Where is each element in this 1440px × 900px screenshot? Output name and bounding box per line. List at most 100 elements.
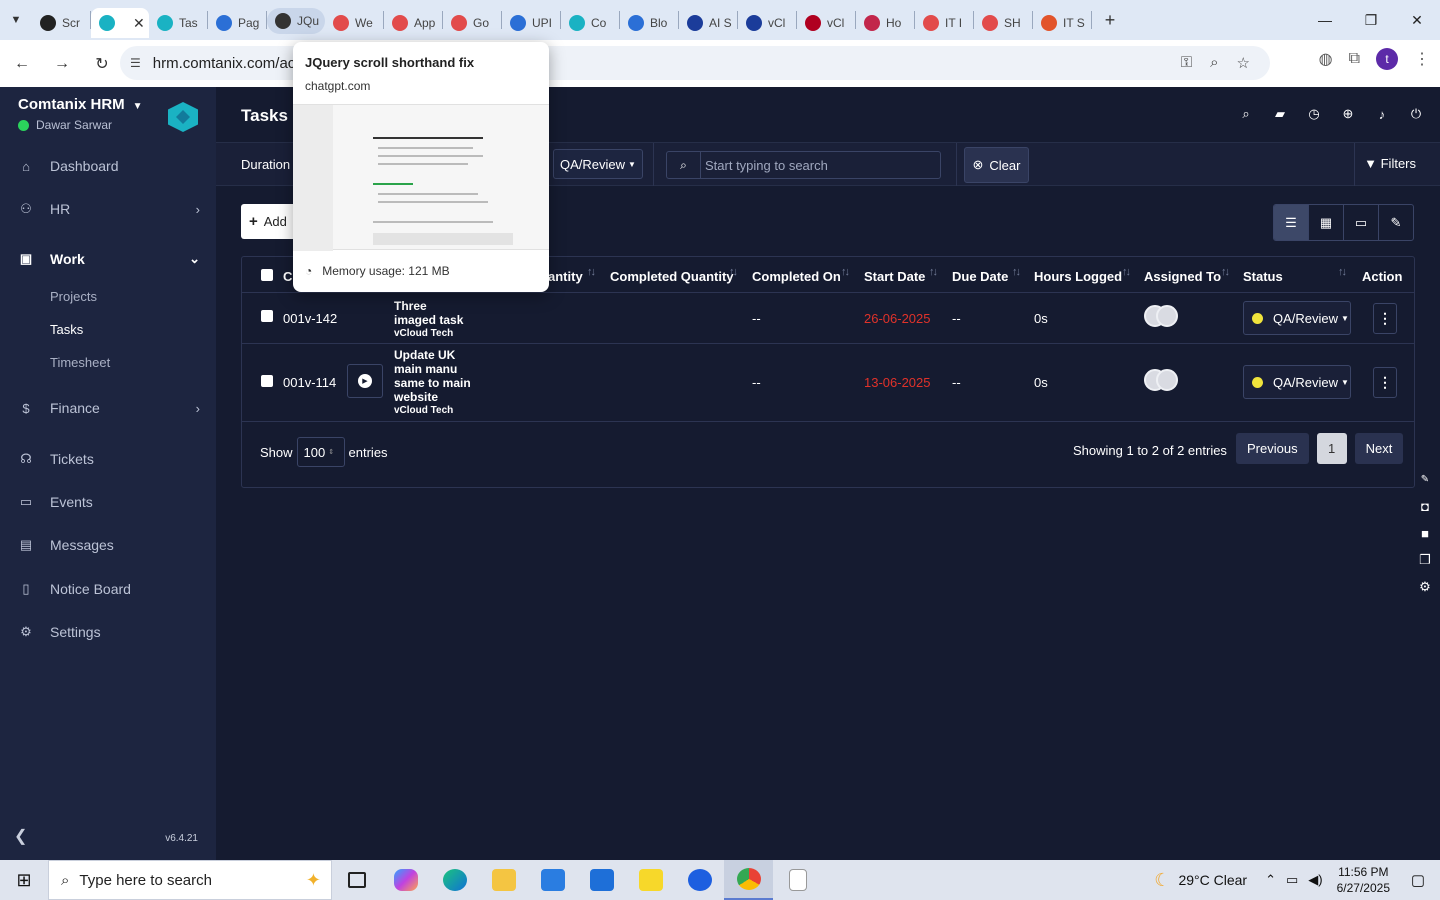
notepad-icon[interactable] xyxy=(773,860,822,900)
status-dropdown[interactable]: QA/Review ▼ xyxy=(1243,301,1351,335)
task-code[interactable]: 001v-114 xyxy=(283,375,336,390)
reload-button[interactable]: ↻ xyxy=(84,46,120,82)
volume-icon[interactable]: ◀) xyxy=(1308,872,1322,888)
weather-widget[interactable]: ☾ 29°C Clear xyxy=(1154,870,1247,891)
add-task-button[interactable]: + Add xyxy=(241,204,301,239)
profile-avatar[interactable]: t xyxy=(1376,48,1398,70)
mail-icon[interactable] xyxy=(577,860,626,900)
browser-tab[interactable]: ✕ xyxy=(91,8,149,38)
task-name[interactable]: Three imaged task vCloud Tech xyxy=(394,299,484,341)
sort-icon[interactable]: ↑↓ xyxy=(729,266,738,278)
browser-tab[interactable]: Go xyxy=(443,8,501,38)
browser-tab[interactable]: UPI xyxy=(502,8,560,38)
gear-icon[interactable]: ⚙ xyxy=(1416,578,1434,596)
browser-tab[interactable]: SH xyxy=(974,8,1032,38)
power-icon[interactable]: ⏻ xyxy=(1408,106,1424,122)
copilot-icon[interactable] xyxy=(381,860,430,900)
browser-tab[interactable]: Blo xyxy=(620,8,678,38)
clock-icon[interactable]: ◷ xyxy=(1306,106,1322,122)
sidebar-item-tickets[interactable]: ☊ Tickets xyxy=(0,448,216,470)
sidebar-item-notice-board[interactable]: ▯ Notice Board xyxy=(0,578,216,600)
sort-icon[interactable]: ↑↓ xyxy=(929,266,938,278)
status-dropdown[interactable]: QA/Review ▼ xyxy=(1243,365,1351,399)
bell-icon[interactable]: ♪ xyxy=(1374,106,1390,122)
zoom-icon[interactable]: ⌕ xyxy=(1210,54,1218,72)
bookmark-star-icon[interactable]: ☆ xyxy=(1237,54,1250,72)
assignee-avatars[interactable] xyxy=(1144,305,1182,327)
page-length-select[interactable]: 100 ⇕ xyxy=(296,437,345,467)
windows-start-icon[interactable]: ⊞ xyxy=(0,860,48,900)
video-camera-icon[interactable]: ■ xyxy=(1416,524,1434,542)
link-icon[interactable]: ✎ xyxy=(1416,470,1434,488)
column-completed-quantity[interactable]: Completed Quantity xyxy=(610,269,734,284)
app-logo-icon[interactable] xyxy=(168,102,198,132)
previous-page-button[interactable]: Previous xyxy=(1236,433,1309,464)
task-view-icon[interactable] xyxy=(332,860,381,900)
row-actions-button[interactable]: ⋮ xyxy=(1373,367,1397,398)
column-status[interactable]: Status xyxy=(1243,269,1283,284)
sidebar-item-settings[interactable]: ⚙ Settings xyxy=(0,621,216,643)
edge-icon[interactable] xyxy=(430,860,479,900)
browser-tab[interactable]: IT S xyxy=(1033,8,1091,38)
copy-icon[interactable]: ❐ xyxy=(1416,551,1434,569)
taskbar-search[interactable]: ⌕ Type here to search ✦ xyxy=(48,860,332,900)
row-checkbox[interactable] xyxy=(261,375,273,387)
back-button[interactable]: ← xyxy=(4,46,40,82)
browser-tab[interactable]: Scr xyxy=(32,8,90,38)
sort-icon[interactable]: ↑↓ xyxy=(841,266,850,278)
forward-button[interactable]: → xyxy=(44,46,80,82)
extensions-puzzle-icon[interactable]: ⧉ xyxy=(1349,50,1360,68)
sidebar-item-dashboard[interactable]: ⌂ Dashboard xyxy=(0,155,216,177)
close-tab-icon[interactable]: ✕ xyxy=(133,15,145,32)
start-timer-button[interactable]: ▶ xyxy=(347,364,383,398)
sidebar-item-finance[interactable]: $ Finance › xyxy=(0,397,216,419)
assignee-avatars[interactable] xyxy=(1144,369,1182,391)
row-actions-button[interactable]: ⋮ xyxy=(1373,303,1397,334)
collapse-sidebar-icon[interactable]: ❮ xyxy=(14,826,27,846)
duration-filter[interactable]: Duration xyxy=(241,157,290,172)
browser-tab[interactable]: Co xyxy=(561,8,619,38)
sidebar-item-work[interactable]: ▣ Work ⌄ xyxy=(0,248,216,270)
plus-circle-icon[interactable]: ⊕ xyxy=(1340,106,1356,122)
sidebar-item-hr[interactable]: ⚇ HR › xyxy=(0,198,216,220)
select-all-checkbox[interactable] xyxy=(261,269,273,281)
column-completed-on[interactable]: Completed On xyxy=(752,269,841,284)
column-quantity[interactable]: antity xyxy=(548,269,583,284)
site-info-icon[interactable]: ☰ xyxy=(130,56,141,70)
microsoft-store-icon[interactable] xyxy=(528,860,577,900)
new-tab-button[interactable]: + xyxy=(1096,10,1124,31)
sidebar-item-events[interactable]: ▭ Events xyxy=(0,491,216,513)
sidebar-item-timesheet[interactable]: Timesheet xyxy=(50,355,110,370)
task-name[interactable]: Update UK main manu same to main website… xyxy=(394,348,484,418)
column-code[interactable]: C xyxy=(283,269,292,284)
tab-search-dropdown[interactable]: ▼ xyxy=(0,0,32,40)
sort-icon[interactable]: ↑↓ xyxy=(1338,266,1347,278)
camera-icon[interactable]: ◘ xyxy=(1416,497,1434,515)
search-input[interactable] xyxy=(701,157,931,173)
sticky-note-icon[interactable]: ▰ xyxy=(1272,106,1288,122)
chevron-up-icon[interactable]: ⌃ xyxy=(1265,872,1276,888)
browser-tab[interactable]: vCl xyxy=(738,8,796,38)
notification-icon[interactable]: ▢ xyxy=(1404,871,1432,889)
network-icon[interactable]: ▭ xyxy=(1286,872,1298,888)
column-hours-logged[interactable]: Hours Logged xyxy=(1034,269,1122,284)
sort-icon[interactable]: ↑↓ xyxy=(1122,266,1131,278)
zoom-app-icon[interactable] xyxy=(675,860,724,900)
browser-tab[interactable]: JQu xyxy=(267,8,325,34)
column-assigned-to[interactable]: Assigned To xyxy=(1144,269,1221,284)
list-view-icon[interactable]: ☰ xyxy=(1274,205,1309,240)
filters-button[interactable]: ▼ Filters xyxy=(1364,156,1416,171)
password-key-icon[interactable]: ⚿ xyxy=(1181,54,1192,72)
browser-tab[interactable]: Pag xyxy=(208,8,266,38)
task-code[interactable]: 001v-142 xyxy=(283,311,337,326)
globe-icon[interactable]: ◍ xyxy=(1319,49,1333,69)
search-icon[interactable]: ⌕ xyxy=(1238,106,1254,122)
restore-button[interactable]: ❐ xyxy=(1348,0,1394,40)
browser-tab[interactable]: Tas xyxy=(149,8,207,38)
minimize-button[interactable]: — xyxy=(1302,0,1348,40)
file-explorer-icon[interactable] xyxy=(479,860,528,900)
row-checkbox[interactable] xyxy=(261,310,273,322)
sort-icon[interactable]: ↑↓ xyxy=(587,266,596,278)
clear-filters-button[interactable]: ⊗ Clear xyxy=(964,147,1029,183)
avatar[interactable] xyxy=(1156,369,1178,391)
